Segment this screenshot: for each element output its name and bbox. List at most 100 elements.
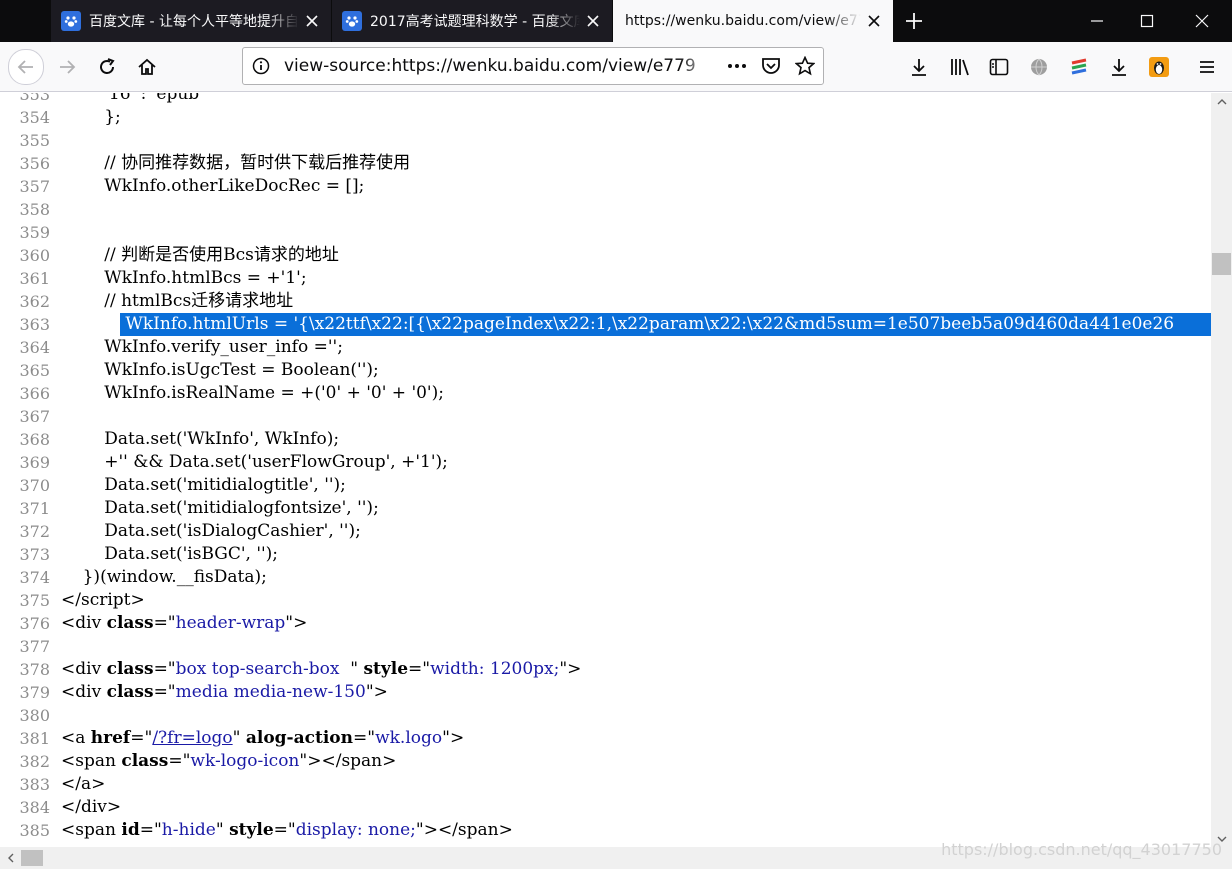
source-line: 358 <box>0 198 1211 221</box>
source-token: span <box>75 820 116 840</box>
source-token: < <box>61 682 76 702</box>
source-text: // 判断是否使用Bcs请求的地址 <box>61 245 339 265</box>
source-token: > <box>106 797 122 817</box>
close-tab-icon[interactable] <box>580 8 606 34</box>
source-token: class <box>121 751 169 771</box>
source-line: 384 </div> <box>0 796 1211 819</box>
horizontal-scroll-thumb[interactable] <box>21 850 43 866</box>
line-number: 359 <box>19 223 50 242</box>
source-code: })(window.__fisData); <box>61 566 267 589</box>
close-tab-icon[interactable] <box>299 8 325 34</box>
line-number: 381 <box>19 729 50 748</box>
source-text: Data.set('WkInfo', WkInfo); <box>61 429 340 449</box>
tab-baidu-wenku-home[interactable]: 百度文库 - 让每个人平等地提升自我 <box>51 0 331 42</box>
source-token: alog-action <box>245 728 353 748</box>
new-tab-icon[interactable] <box>896 6 932 36</box>
source-token: "> <box>442 728 465 748</box>
menu-icon[interactable] <box>1195 55 1219 79</box>
tab-strip: 百度文库 - 让每个人平等地提升自我 2017高考试题理科数学 - 百度文库 h… <box>0 0 1232 42</box>
source-line: 356 // 协同推荐数据，暂时供下载后推荐使用 <box>0 152 1211 175</box>
vertical-scrollbar[interactable] <box>1211 93 1232 847</box>
minimize-icon[interactable] <box>1070 0 1124 42</box>
download-helper-icon[interactable] <box>1107 55 1131 79</box>
source-token: > <box>498 820 513 840</box>
page-actions-icon[interactable] <box>724 54 750 78</box>
source-token: div <box>80 797 107 817</box>
library-icon[interactable] <box>948 55 972 79</box>
vertical-scroll-thumb[interactable] <box>1212 253 1231 275</box>
tab-title: 百度文库 - 让每个人平等地提升自我 <box>89 14 299 30</box>
source-token: </ <box>61 774 81 794</box>
source-text: // htmlBcs迁移请求地址 <box>61 291 294 311</box>
line-number: 370 <box>19 476 50 495</box>
source-line: 382 <span class="wk-logo-icon"></span> <box>0 750 1211 773</box>
source-token: </ <box>61 590 81 610</box>
close-window-icon[interactable] <box>1175 0 1229 42</box>
source-token: a <box>75 728 86 748</box>
source-line: 369 +'' && Data.set('userFlowGroup', +'1… <box>0 451 1211 474</box>
forward-icon[interactable] <box>51 51 83 83</box>
source-token: < <box>61 820 76 840</box>
line-number: 355 <box>19 131 50 150</box>
source-text: WkInfo.verify_user_info =''; <box>61 337 343 357</box>
site-info-icon[interactable] <box>251 56 271 76</box>
address-bar[interactable]: view-source:https://wenku.baidu.com/view… <box>242 47 824 85</box>
source-text: Data.set('mitidialogtitle', ''); <box>61 475 346 495</box>
source-line: 357 WkInfo.otherLikeDocRec = []; <box>0 175 1211 198</box>
source-line: 359 <box>0 221 1211 244</box>
source-code: <div class="box top-search-box " style="… <box>61 658 581 681</box>
line-number: 375 <box>19 591 50 610</box>
line-number: 354 <box>19 108 50 127</box>
line-number: 383 <box>19 775 50 794</box>
source-code: Data.set('mitidialogtitle', ''); <box>61 474 346 497</box>
source-text: })(window.__fisData); <box>61 567 267 587</box>
maximize-icon[interactable] <box>1120 0 1174 42</box>
source-line: 353 '16' : 'epub' <box>0 93 1211 106</box>
penguin-extension-icon[interactable] <box>1147 55 1171 79</box>
back-icon[interactable] <box>8 49 44 85</box>
tab-view-source[interactable]: https://wenku.baidu.com/view/e779 <box>613 0 893 42</box>
source-token: class <box>106 659 154 679</box>
line-number: 356 <box>19 154 50 173</box>
source-token: " <box>350 659 364 679</box>
scroll-left-arrow-icon[interactable] <box>0 849 21 866</box>
url-text[interactable]: view-source:https://wenku.baidu.com/view… <box>284 48 714 84</box>
source-text: Data.set('isBGC', ''); <box>61 544 279 564</box>
baidu-paw-icon <box>61 11 81 31</box>
sidebar-icon[interactable] <box>987 55 1011 79</box>
tab-title: https://wenku.baidu.com/view/e779 <box>625 13 861 29</box>
close-tab-icon[interactable] <box>861 8 887 34</box>
source-token: wk-logo-icon <box>190 751 300 771</box>
source-line: 368 Data.set('WkInfo', WkInfo); <box>0 428 1211 451</box>
source-line: 378 <div class="box top-search-box " styl… <box>0 658 1211 681</box>
downloads-icon[interactable] <box>907 55 931 79</box>
tab-math-exam[interactable]: 2017高考试题理科数学 - 百度文库 <box>332 0 612 42</box>
source-code: Data.set('mitidialogfontsize', ''); <box>61 497 379 520</box>
selected-source-text: WkInfo.htmlUrls = '{\x22ttf\x22:[{\x22pa… <box>120 313 1211 336</box>
source-line: 375 </script> <box>0 589 1211 612</box>
source-line: 374 })(window.__fisData); <box>0 566 1211 589</box>
source-line: 365 WkInfo.isUgcTest = Boolean(''); <box>0 359 1211 382</box>
navigation-toolbar: view-source:https://wenku.baidu.com/view… <box>0 42 1232 92</box>
colorful-extension-icon[interactable] <box>1067 55 1091 79</box>
source-token: =" <box>408 659 431 679</box>
source-link[interactable]: /?fr=logo <box>152 728 232 748</box>
line-number: 376 <box>19 614 50 633</box>
source-text: WkInfo.htmlBcs = +'1'; <box>61 268 307 288</box>
source-token: box top-search-box <box>175 659 351 679</box>
source-line: 379 <div class="media media-new-150"> <box>0 681 1211 704</box>
home-icon[interactable] <box>131 51 163 83</box>
source-token: class <box>106 682 154 702</box>
bookmark-star-icon[interactable] <box>792 54 818 78</box>
source-code: <span id="h-hide" style="display: none;"… <box>61 819 513 842</box>
source-line: 363 WkInfo.htmlUrls = '{\x22ttf\x22:[{\x… <box>0 313 1211 336</box>
source-token: < <box>61 659 76 679</box>
line-number: 363 <box>19 315 50 334</box>
pocket-icon[interactable] <box>758 54 784 78</box>
source-token: style <box>229 820 274 840</box>
line-number: 353 <box>19 93 50 104</box>
globe-extension-icon[interactable] <box>1027 55 1051 79</box>
source-token: span <box>341 751 383 771</box>
scroll-up-arrow-icon[interactable] <box>1211 93 1232 110</box>
reload-icon[interactable] <box>91 51 123 83</box>
